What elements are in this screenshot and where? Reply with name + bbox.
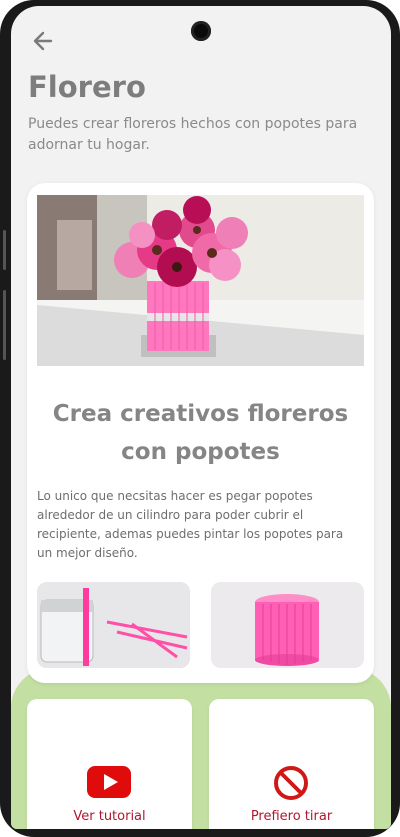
prefer-discard-button[interactable]: Prefiero tirar (209, 699, 374, 829)
card-title: Crea creativos floreros con popotes (52, 401, 349, 465)
youtube-icon (87, 766, 131, 798)
screen: Florero Puedes crear floreros hechos con… (11, 6, 391, 829)
page-subtitle: Puedes crear floreros hechos con popotes… (28, 116, 358, 153)
page-title: Florero (28, 70, 146, 104)
phone-frame: Florero Puedes crear floreros hechos con… (0, 0, 400, 837)
watch-tutorial-button[interactable]: Ver tutorial (27, 699, 192, 829)
prohibited-icon (274, 766, 308, 800)
watch-tutorial-label: Ver tutorial (73, 809, 146, 824)
card-description: Lo unico que necsitas hacer es pegar pop… (37, 489, 344, 560)
back-button[interactable] (29, 27, 57, 55)
thumbnail-straw-cylinder (211, 582, 364, 668)
hero-image-vase (37, 195, 364, 366)
front-camera (191, 21, 211, 41)
thumbnail-jar-straws (37, 582, 190, 668)
volume-button (3, 230, 6, 270)
prefer-discard-label: Prefiero tirar (250, 809, 333, 824)
content-card: Crea creativos floreros con popotes Lo u… (27, 183, 374, 683)
power-button (3, 290, 6, 360)
arrow-left-icon (33, 31, 53, 51)
